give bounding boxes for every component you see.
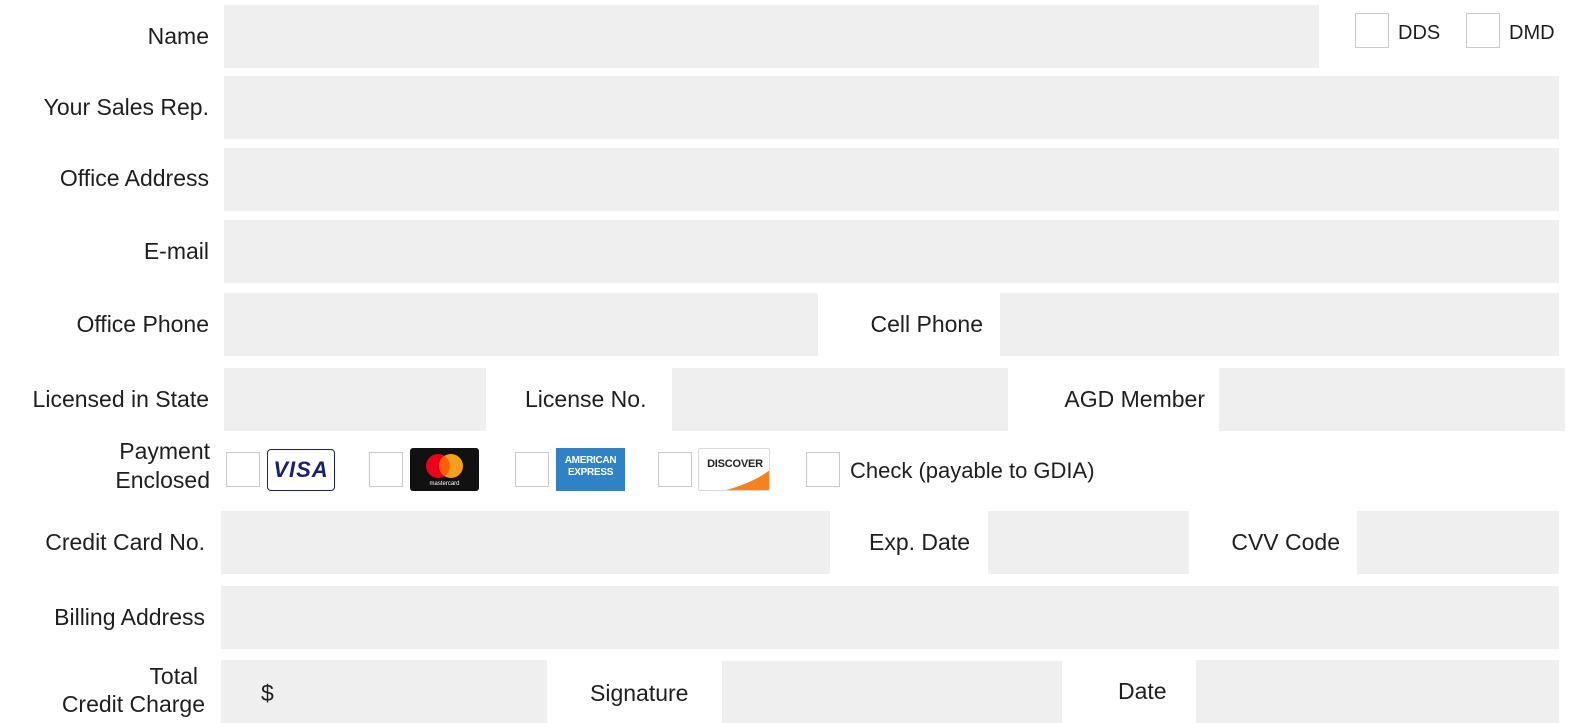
visa-checkbox[interactable] xyxy=(226,452,260,487)
total-charge-field[interactable]: $ xyxy=(221,660,547,723)
amex-checkbox[interactable] xyxy=(515,452,549,487)
dds-label: DDS xyxy=(1398,22,1441,44)
mastercard-checkbox[interactable] xyxy=(369,452,403,487)
agd-member-label: AGD Member xyxy=(1064,386,1205,412)
licensed-state-input[interactable] xyxy=(224,368,486,431)
office-phone-label: Office Phone xyxy=(76,311,209,337)
currency-symbol: $ xyxy=(261,680,274,706)
office-address-label: Office Address xyxy=(59,165,209,191)
mastercard-wordmark: mastercard xyxy=(429,481,460,487)
discover-logo: DISCOVER xyxy=(698,448,770,491)
name-label: Name xyxy=(147,23,209,49)
signature-label: Signature xyxy=(590,680,689,706)
sales-rep-input[interactable] xyxy=(224,76,1559,139)
date-label: Date xyxy=(1118,678,1167,704)
total-label-line1: Total xyxy=(149,663,198,689)
signature-input[interactable] xyxy=(722,661,1062,723)
email-label: E-mail xyxy=(143,238,209,264)
payment-label-line1: Payment xyxy=(119,438,210,464)
agd-member-input[interactable] xyxy=(1219,368,1565,431)
license-no-label: License No. xyxy=(525,386,647,412)
amex-line2: EXPRESS xyxy=(567,467,614,478)
exp-date-input[interactable] xyxy=(988,511,1189,574)
exp-date-label: Exp. Date xyxy=(869,529,970,555)
email-input[interactable] xyxy=(224,220,1559,283)
cvv-label: CVV Code xyxy=(1231,529,1340,555)
cell-phone-label: Cell Phone xyxy=(870,311,983,337)
name-input[interactable] xyxy=(224,5,1319,68)
dmd-checkbox[interactable] xyxy=(1466,13,1500,48)
credit-card-label: Credit Card No. xyxy=(45,529,205,555)
mastercard-logo: mastercard xyxy=(410,448,479,491)
amex-logo: AMERICAN EXPRESS xyxy=(556,448,625,491)
cvv-input[interactable] xyxy=(1357,511,1559,574)
check-checkbox[interactable] xyxy=(806,452,840,487)
discover-wordmark: DISCOVER xyxy=(707,458,763,470)
amex-line1: AMERICAN xyxy=(564,455,617,466)
total-label-line2: Credit Charge xyxy=(61,691,205,717)
discover-checkbox[interactable] xyxy=(658,452,692,487)
payment-label-line2: Enclosed xyxy=(115,467,210,493)
visa-logo: VISA xyxy=(267,449,335,491)
billing-address-label: Billing Address xyxy=(54,604,205,630)
billing-address-input[interactable] xyxy=(221,586,1559,649)
discover-swoosh-icon xyxy=(726,470,769,490)
credit-card-input[interactable] xyxy=(221,511,830,574)
dds-checkbox[interactable] xyxy=(1355,13,1389,48)
date-input[interactable] xyxy=(1196,660,1559,723)
check-label: Check (payable to GDIA) xyxy=(850,458,1095,483)
cell-phone-input[interactable] xyxy=(1000,293,1559,356)
dmd-label: DMD xyxy=(1509,22,1555,44)
office-address-input[interactable] xyxy=(224,148,1559,211)
sales-rep-label: Your Sales Rep. xyxy=(43,94,209,120)
office-phone-input[interactable] xyxy=(224,293,818,356)
license-no-input[interactable] xyxy=(672,368,1008,431)
licensed-state-label: Licensed in State xyxy=(32,386,209,412)
